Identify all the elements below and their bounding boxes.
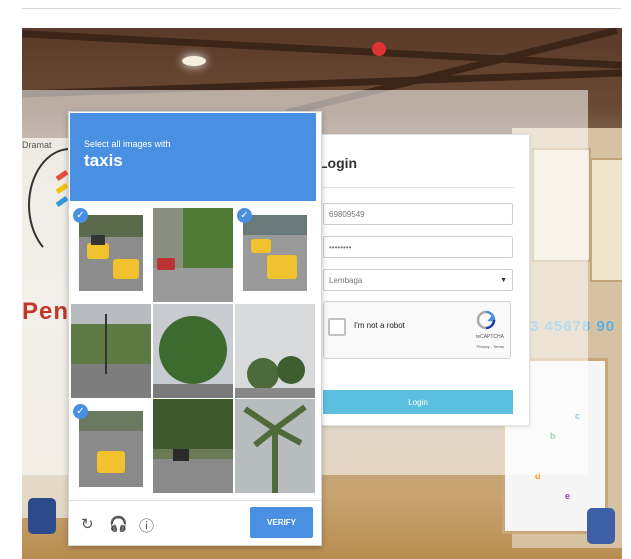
captcha-challenge: Select all images with taxis ✓ ✓ ✓ ↻ 🎧 ⓘ… bbox=[68, 111, 322, 546]
recaptcha-brand: reCAPTCHA bbox=[475, 334, 504, 340]
captcha-header: Select all images with taxis bbox=[70, 113, 316, 201]
recaptcha-logo-icon bbox=[476, 310, 496, 330]
cabinet bbox=[590, 158, 622, 282]
select-arrow-icon: ▼ bbox=[500, 277, 507, 284]
magnet-letter: e bbox=[565, 491, 571, 501]
top-bar bbox=[0, 0, 631, 28]
chair bbox=[587, 508, 615, 544]
captcha-tile-8[interactable] bbox=[153, 399, 233, 493]
recaptcha-checkbox[interactable] bbox=[328, 318, 346, 336]
captcha-tile-2[interactable] bbox=[153, 208, 233, 302]
ceiling-light bbox=[182, 56, 206, 66]
captcha-footer: ↻ 🎧 ⓘ VERIFY bbox=[69, 500, 321, 546]
verify-button[interactable]: VERIFY bbox=[250, 507, 313, 538]
captcha-tile-3[interactable] bbox=[243, 215, 307, 291]
role-select-value: Lembaga bbox=[329, 276, 363, 285]
recaptcha-label: I'm not a robot bbox=[354, 321, 405, 330]
selected-check-icon: ✓ bbox=[73, 404, 88, 419]
role-select[interactable]: Lembaga ▼ bbox=[323, 269, 513, 291]
login-card: Login 69809549 •••••••• Lembaga ▼ I'm no… bbox=[310, 134, 530, 426]
captcha-tile-1[interactable] bbox=[79, 215, 143, 291]
info-icon[interactable]: ⓘ bbox=[139, 515, 154, 536]
captcha-tile-9[interactable] bbox=[235, 399, 315, 493]
captcha-tile-4[interactable] bbox=[71, 304, 151, 398]
login-button[interactable]: Login bbox=[323, 390, 513, 414]
login-title: Login bbox=[319, 155, 358, 171]
recaptcha-widget: I'm not a robot reCAPTCHA Privacy - Term… bbox=[323, 301, 511, 359]
password-input[interactable]: •••••••• bbox=[323, 236, 513, 258]
captcha-tile-6[interactable] bbox=[235, 304, 315, 398]
captcha-instruction: Select all images with bbox=[84, 139, 171, 149]
ceiling-light bbox=[372, 42, 386, 56]
selected-check-icon: ✓ bbox=[237, 208, 252, 223]
top-bar-divider bbox=[22, 8, 621, 9]
recaptcha-links[interactable]: Privacy - Terms bbox=[477, 344, 504, 349]
captcha-tile-7[interactable] bbox=[79, 411, 143, 487]
selected-check-icon: ✓ bbox=[73, 208, 88, 223]
headphones-icon[interactable]: 🎧 bbox=[109, 515, 128, 533]
username-input[interactable]: 69809549 bbox=[323, 203, 513, 225]
login-divider bbox=[319, 187, 515, 188]
reload-icon[interactable]: ↻ bbox=[81, 515, 94, 533]
captcha-target: taxis bbox=[84, 151, 123, 170]
captcha-tile-5[interactable] bbox=[153, 304, 233, 398]
logo-small-text: Dramat bbox=[22, 140, 52, 150]
chair bbox=[28, 498, 56, 534]
